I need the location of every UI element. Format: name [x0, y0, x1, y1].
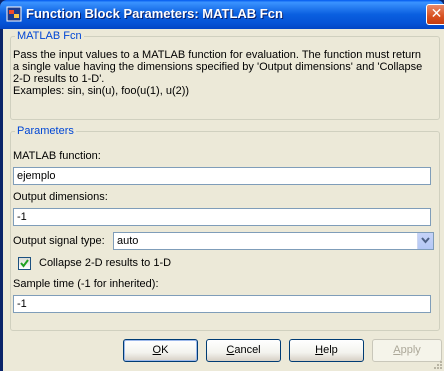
apply-rest: pply: [400, 344, 421, 356]
close-icon[interactable]: ✕: [426, 4, 444, 25]
help-mnemonic: H: [315, 344, 324, 356]
ok-button[interactable]: OK: [123, 339, 198, 362]
title-bar[interactable]: Function Block Parameters: MATLAB Fcn ✕: [0, 0, 444, 29]
output-signal-type-select[interactable]: auto: [113, 232, 434, 250]
ok-rest: K: [161, 344, 169, 356]
sample-time-input[interactable]: [13, 295, 431, 313]
description-line: Examples: sin, sin(u), foo(u(1), u(2)): [13, 85, 190, 97]
dialog-window: Function Block Parameters: MATLAB Fcn ✕ …: [0, 0, 444, 371]
block-description: Pass the input values to a MATLAB functi…: [13, 49, 438, 97]
resize-grip-icon[interactable]: [432, 359, 442, 369]
output-signal-type-value: auto: [117, 235, 139, 247]
description-line: 2-D results to 1-D'.: [13, 73, 105, 85]
checkmark-icon: [20, 259, 29, 268]
output-dimensions-label: Output dimensions:: [13, 191, 108, 203]
help-rest: elp: [323, 344, 338, 356]
chevron-down-icon[interactable]: [417, 233, 433, 249]
dialog-body: MATLAB Fcn Pass the input values to a MA…: [3, 29, 444, 371]
help-button[interactable]: Help: [289, 339, 364, 362]
ok-mnemonic: O: [152, 344, 162, 356]
matlab-function-input[interactable]: [13, 167, 431, 185]
apply-mnemonic: A: [393, 344, 401, 356]
output-dimensions-input[interactable]: [13, 208, 431, 226]
parameters-legend: Parameters: [15, 125, 76, 137]
output-signal-type-label: Output signal type:: [13, 235, 105, 247]
simulink-block-icon: [6, 6, 22, 22]
window-title: Function Block Parameters: MATLAB Fcn: [26, 6, 283, 21]
description-line: a single value having the dimensions spe…: [13, 61, 423, 73]
sample-time-label: Sample time (-1 for inherited):: [13, 278, 159, 290]
collapse-checkbox[interactable]: [18, 257, 31, 270]
block-group-legend: MATLAB Fcn: [15, 30, 84, 42]
cancel-rest: ancel: [234, 344, 261, 356]
description-line: Pass the input values to a MATLAB functi…: [13, 49, 422, 61]
collapse-label[interactable]: Collapse 2-D results to 1-D: [39, 257, 171, 269]
cancel-button[interactable]: Cancel: [206, 339, 281, 362]
matlab-function-label: MATLAB function:: [13, 150, 101, 162]
